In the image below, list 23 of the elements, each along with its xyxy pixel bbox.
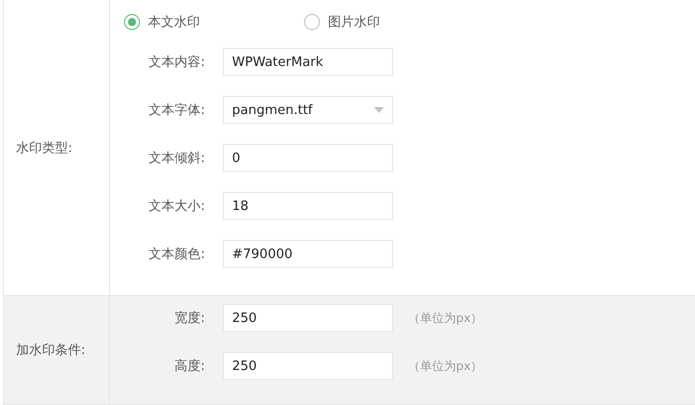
input-field[interactable]: #790000 [223,240,393,268]
unit-hint: （单位为px） [408,358,483,374]
input-field[interactable]: 18 [223,192,393,220]
radio-label: 本文水印 [148,14,200,31]
unit-hint: （单位为px） [408,310,483,326]
field-label: 文本字体: [148,102,206,119]
input-field[interactable]: 0 [223,144,393,172]
section-label: 加水印条件: [16,342,86,359]
input-field[interactable]: WPWaterMark [223,48,393,76]
field-label: 文本颜色: [148,246,206,263]
field-label: 文本倾斜: [148,150,206,167]
font-dropdown[interactable]: pangmen.ttf [223,96,393,124]
radio-button[interactable] [304,14,320,30]
field-label: 宽度: [174,310,206,327]
caret-icon [374,107,384,113]
radio-label: 图片水印 [328,14,380,31]
input-field[interactable]: 250 [223,352,393,380]
field-label: 文本大小: [148,198,206,215]
field-label: 高度: [174,358,206,375]
field-label: 文本内容: [148,54,206,71]
input-field[interactable]: 250 [223,304,393,332]
section-label: 水印类型: [16,140,72,156]
radio-button[interactable] [124,14,140,30]
